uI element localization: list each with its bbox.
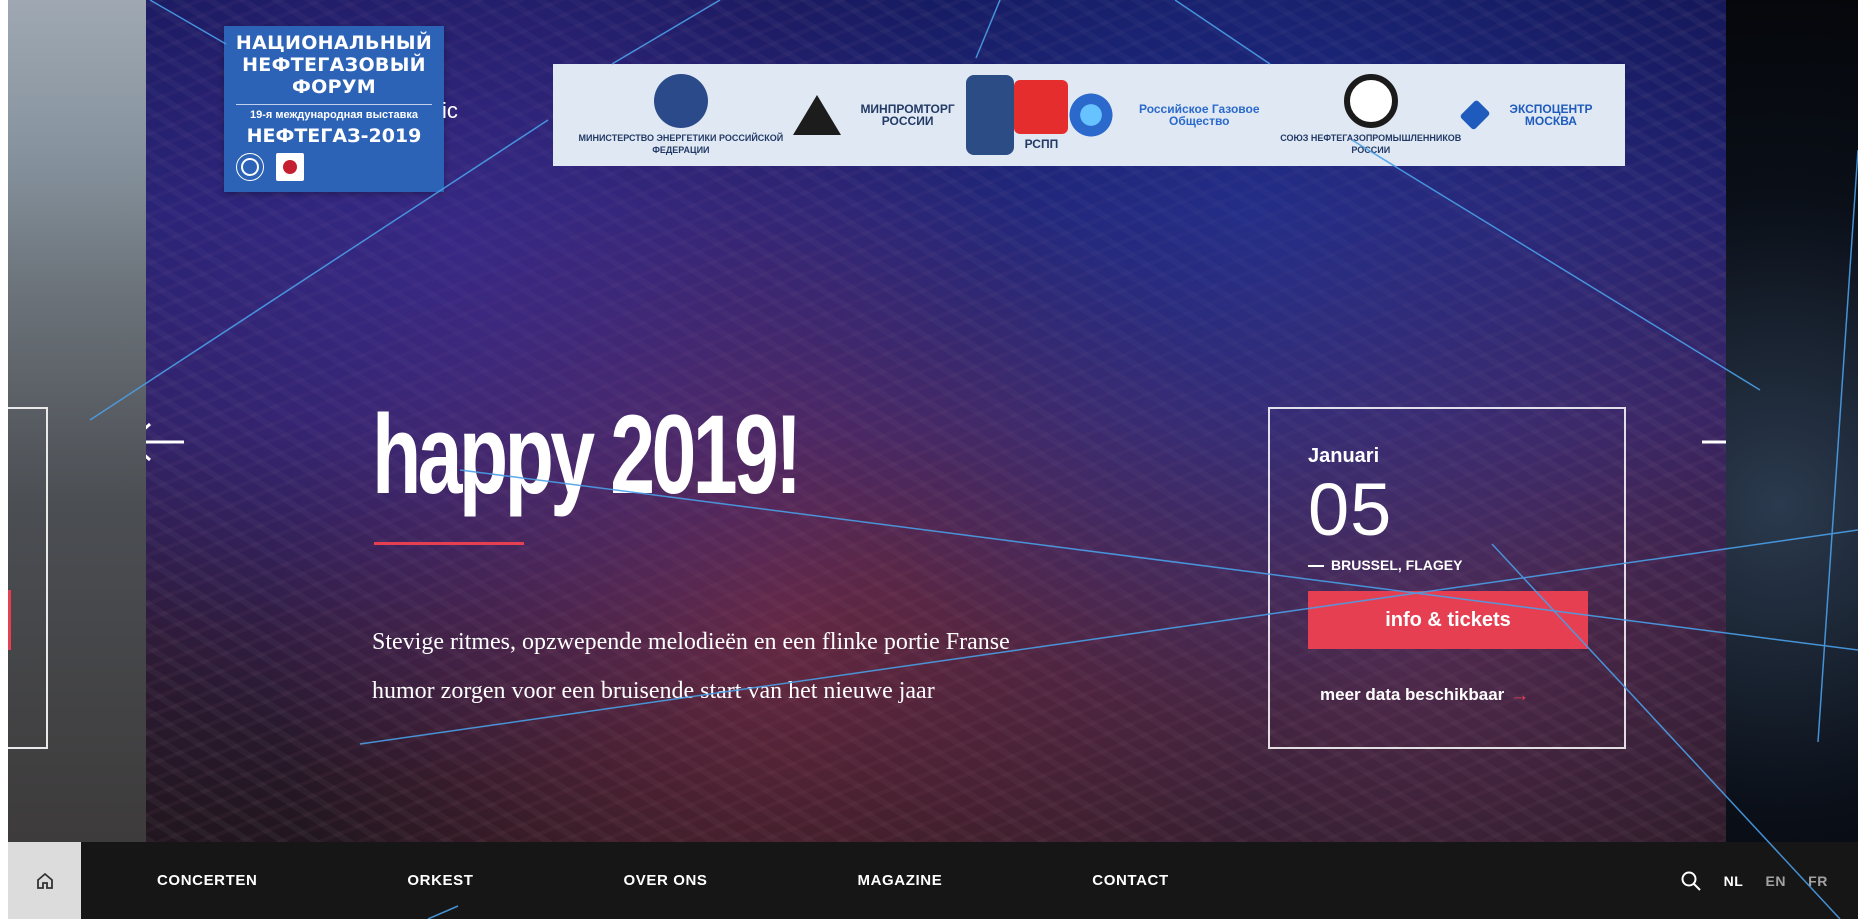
- nav-contact[interactable]: CONTACT: [1092, 872, 1168, 889]
- sponsor-ministry: МИНИСТЕРСТВО ЭНЕРГЕТИКИ РОССИЙСКОЙ ФЕДЕР…: [569, 74, 793, 156]
- forum-subtitle: 19-я международная выставка: [250, 109, 418, 121]
- sponsor-minpromtorg-text: МИНПРОМТОРГ РОССИИ: [860, 102, 955, 128]
- sponsor-minpromtorg: МИНПРОМТОРГ РОССИИ: [792, 95, 967, 135]
- chevron-left-icon: [146, 422, 184, 462]
- right-side-panel: [1726, 0, 1858, 842]
- hero-stage: НАЦИОНАЛЬНЫЙ НЕФТЕГАЗОВЫЙ ФОРУМ 19-я меж…: [8, 0, 1858, 842]
- sponsor-expocentre-text: ЭКСПОЦЕНТР МОСКВА: [1509, 102, 1593, 128]
- prev-arrow[interactable]: [146, 418, 188, 466]
- chevron-right-icon: [1702, 440, 1726, 444]
- forum-title: НЕФТЕГАЗ-2019: [246, 125, 422, 147]
- emblem-icon: [236, 153, 264, 181]
- left-side-panel: [8, 0, 146, 842]
- rspp-logo-icon: [1014, 80, 1069, 134]
- bottom-navigation: CONCERTEN ORKEST OVER ONS MAGAZINE CONTA…: [8, 842, 1858, 919]
- forum-emblems: [224, 153, 444, 181]
- triangle-logo-icon: [792, 95, 841, 135]
- nav-right: NL EN FR: [1680, 870, 1858, 892]
- sponsor-strip: МИНИСТЕРСТВО ЭНЕРГЕТИКИ РОССИЙСКОЙ ФЕДЕР…: [553, 64, 1625, 166]
- sponsor-gas-society-text: Российское Газовое Общество: [1139, 102, 1260, 128]
- lang-en[interactable]: EN: [1765, 873, 1786, 889]
- sponsor-ministry-text: МИНИСТЕРСТВО ЭНЕРГЕТИКИ РОССИЙСКОЙ ФЕДЕР…: [578, 133, 784, 155]
- event-location: BRUSSEL, FLAGEY: [1308, 557, 1462, 573]
- hero-body-text: Stevige ritmes, opzwepende melodieën en …: [372, 629, 1010, 704]
- nav-orkest[interactable]: ORKEST: [407, 872, 473, 889]
- more-dates-link[interactable]: meer data beschikbaar →: [1320, 685, 1529, 705]
- expocentre-star-icon: [1459, 99, 1491, 131]
- sponsor-rspp-text: РСПП: [1024, 137, 1059, 151]
- home-button[interactable]: [8, 842, 81, 919]
- sponsor-rspp: РСПП: [1014, 80, 1069, 151]
- tickets-button[interactable]: info & tickets: [1308, 591, 1588, 649]
- caduceus-icon: [966, 75, 1015, 155]
- union-logo-icon: [1343, 74, 1398, 128]
- event-day: 05: [1308, 468, 1393, 551]
- sponsor-union: СОЮЗ НЕФТЕГАЗОПРОМЫШЛЕННИКОВ РОССИИ: [1277, 74, 1465, 156]
- next-arrow[interactable]: [1698, 418, 1726, 466]
- event-month: Januari: [1308, 445, 1380, 467]
- home-icon: [36, 872, 53, 889]
- nav-concerten[interactable]: CONCERTEN: [157, 872, 257, 889]
- event-card: Januari 05 BRUSSEL, FLAGEY info & ticket…: [1268, 407, 1626, 749]
- forum-line-1: НАЦИОНАЛЬНЫЙ: [235, 32, 433, 54]
- search-icon[interactable]: [1680, 870, 1702, 892]
- nav-over-ons[interactable]: OVER ONS: [624, 872, 708, 889]
- nav-links: CONCERTEN ORKEST OVER ONS MAGAZINE CONTA…: [157, 872, 1319, 889]
- forum-line-2: НЕФТЕГАЗОВЫЙ: [242, 54, 426, 76]
- forum-separator: [236, 104, 432, 105]
- hero-headline: happy 2019!: [372, 392, 802, 517]
- left-panel-accent: [8, 590, 11, 650]
- flower-logo-icon: [1068, 88, 1114, 142]
- lang-nl[interactable]: NL: [1724, 873, 1744, 889]
- hero-banner: НАЦИОНАЛЬНЫЙ НЕФТЕГАЗОВЫЙ ФОРУМ 19-я меж…: [146, 0, 1726, 842]
- left-panel-frame: [8, 407, 48, 749]
- nav-magazine[interactable]: MAGAZINE: [858, 872, 943, 889]
- forum-banner[interactable]: НАЦИОНАЛЬНЫЙ НЕФТЕГАЗОВЫЙ ФОРУМ 19-я меж…: [224, 26, 444, 192]
- sponsor-union-text: СОЮЗ НЕФТЕГАЗОПРОМЫШЛЕННИКОВ РОССИИ: [1280, 133, 1462, 155]
- sponsor-gas-society: Российское Газовое Общество: [1068, 88, 1276, 142]
- lang-fr[interactable]: FR: [1808, 873, 1828, 889]
- coat-of-arms-icon: [653, 74, 708, 128]
- sponsor-expocentre: ЭКСПОЦЕНТР МОСКВА: [1459, 99, 1609, 131]
- partial-logo-text: ic: [442, 98, 458, 123]
- headline-underline: [374, 542, 524, 545]
- more-dates-label: meer data beschikbaar: [1320, 685, 1505, 704]
- arrow-right-icon: →: [1510, 684, 1530, 706]
- forum-line-3: ФОРУМ: [292, 76, 376, 98]
- fire-emblem-icon: [276, 153, 304, 181]
- sponsor-emblem: [966, 75, 1015, 155]
